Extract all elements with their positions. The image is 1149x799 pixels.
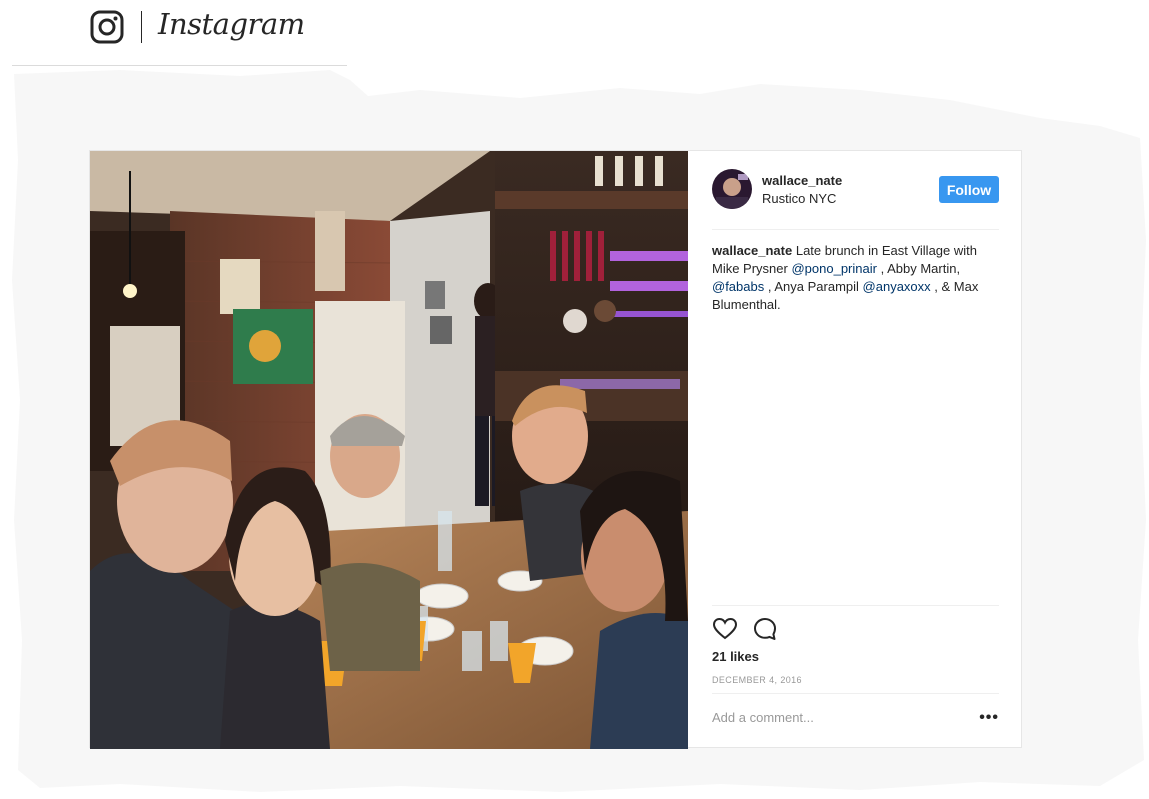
post-username[interactable]: wallace_nate <box>762 173 842 188</box>
post-location[interactable]: Rustico NYC <box>762 191 836 206</box>
mention-link[interactable]: @fababs <box>712 279 764 294</box>
likes-count[interactable]: 21 likes <box>712 649 759 664</box>
more-options-icon[interactable]: ••• <box>979 709 999 727</box>
follow-button[interactable]: Follow <box>939 176 999 203</box>
caption-username[interactable]: wallace_nate <box>712 243 792 258</box>
instagram-camera-icon[interactable] <box>90 10 124 44</box>
caption-text: , Anya Parampil <box>767 279 859 294</box>
comment-input[interactable] <box>712 710 962 725</box>
post-header: wallace_nate Rustico NYC Follow <box>712 169 999 230</box>
comment-row: ••• <box>712 693 999 749</box>
post-date[interactable]: DECEMBER 4, 2016 <box>712 675 802 685</box>
top-bar: Instagram <box>0 0 347 66</box>
post-caption: wallace_nate Late brunch in East Village… <box>712 242 999 314</box>
instagram-wordmark[interactable]: Instagram <box>158 7 305 41</box>
heart-icon[interactable] <box>712 616 738 642</box>
post-photo[interactable] <box>90 151 688 749</box>
post-card: wallace_nate Rustico NYC Follow wallace_… <box>89 150 1023 749</box>
logo-divider <box>141 11 142 43</box>
avatar[interactable] <box>712 169 752 209</box>
mention-link[interactable]: @anyaxoxx <box>863 279 931 294</box>
caption-text: , Abby Martin, <box>880 261 961 276</box>
top-bar-border <box>12 65 347 66</box>
comment-bubble-icon[interactable] <box>752 616 778 642</box>
post-actions <box>712 605 999 640</box>
mention-link[interactable]: @pono_prinair <box>791 261 876 276</box>
post-sidebar: wallace_nate Rustico NYC Follow wallace_… <box>688 151 1023 749</box>
